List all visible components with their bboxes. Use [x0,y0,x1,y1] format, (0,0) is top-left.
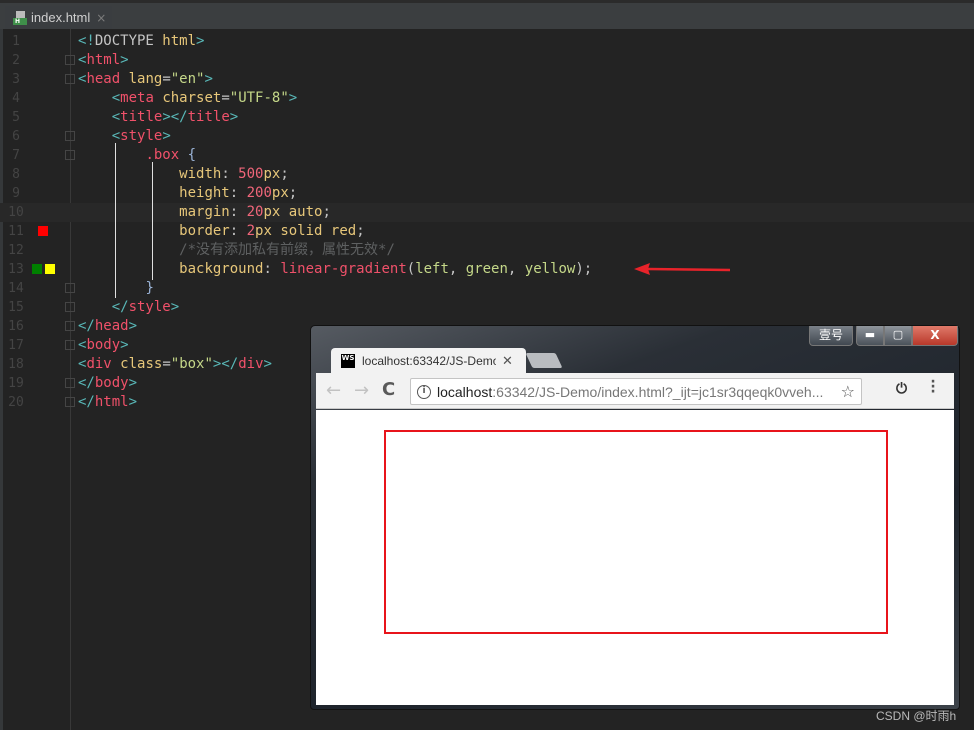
color-swatch-icon[interactable] [45,264,55,274]
close-window-button[interactable]: X [912,326,958,346]
line-number: 19 [8,376,24,391]
info-icon[interactable]: i [417,384,431,399]
ime-indicator[interactable]: 壹号 [809,326,853,346]
line-number: 12 [8,243,24,258]
fold-marker-icon[interactable] [65,131,75,141]
code-line[interactable]: 15 </style> [0,298,974,317]
line-number: 6 [12,129,20,144]
code-text: </body> [78,375,138,391]
code-text: width: 500px; [179,166,289,182]
url-host: localhost [437,383,493,400]
line-number: 8 [12,167,20,182]
code-text: <body> [78,337,129,353]
html-file-icon: H [13,10,27,25]
tab-close-icon[interactable]: × [96,11,106,25]
window-controls: 壹号 ▬ ▢ X [809,326,958,346]
close-tab-icon[interactable]: ✕ [502,354,513,369]
line-number: 4 [12,91,20,106]
line-number: 18 [8,357,24,372]
fold-marker-icon[interactable] [65,378,75,388]
minimize-button[interactable]: ▬ [856,326,884,346]
code-line[interactable]: 3 <head lang="en"> [0,70,974,89]
browser-tab-title: localhost:63342/JS-Demo/index.html [362,354,496,368]
code-text: <html> [78,52,129,68]
line-number: 16 [8,319,24,334]
fold-marker-icon[interactable] [65,283,75,293]
demo-box [384,430,888,634]
code-line[interactable]: 10 margin: 20px auto; [0,203,974,222]
page-viewport [316,410,954,705]
browser-toolbar: ← → C i localhost :63342/JS-Demo/index.h… [316,373,954,409]
line-number: 1 [12,34,20,49]
line-number: 10 [8,205,24,220]
editor-tab-bar: H index.html × [0,0,974,32]
maximize-button[interactable]: ▢ [884,326,912,346]
fold-marker-icon[interactable] [65,340,75,350]
forward-arrow-icon[interactable]: → [354,380,369,401]
code-text: border: 2px solid red; [179,223,365,239]
address-bar[interactable]: i localhost :63342/JS-Demo/index.html?_i… [410,378,862,405]
code-line[interactable]: 5 <title></title> [0,108,974,127]
code-text: <!DOCTYPE html> [78,33,205,49]
code-line[interactable]: 11 border: 2px solid red; [0,222,974,241]
code-line[interactable]: 13 background: linear-gradient(left, gre… [0,260,974,279]
code-text: <title></title> [111,109,239,125]
menu-dots-icon[interactable]: · · · [930,375,936,399]
line-number: 17 [8,338,24,353]
code-line[interactable]: 8 width: 500px; [0,165,974,184]
code-text: <div class="box"></div> [78,356,272,372]
code-line[interactable]: 2 <html> [0,51,974,70]
power-icon[interactable]: ⏻ [896,381,907,397]
code-line[interactable]: 12 /*没有添加私有前缀，属性无效*/ [0,241,974,260]
code-text: height: 200px; [179,185,298,201]
code-text: <meta charset="UTF-8"> [111,90,298,106]
tab-label: index.html [31,10,91,25]
code-text: </html> [78,394,138,410]
code-text: .box { [145,147,197,163]
fold-marker-icon[interactable] [65,302,75,312]
back-arrow-icon[interactable]: ← [326,380,341,401]
code-text: background: linear-gradient(left, green,… [179,261,593,277]
fold-marker-icon[interactable] [65,321,75,331]
bookmark-star-icon[interactable]: ☆ [841,382,855,401]
fold-marker-icon[interactable] [65,55,75,65]
code-text: /*没有添加私有前缀，属性无效*/ [179,242,395,258]
reload-icon[interactable]: C [382,379,395,400]
code-line[interactable]: 14 } [0,279,974,298]
line-number: 3 [12,72,20,87]
browser-window: 壹号 ▬ ▢ X WS localhost:63342/JS-Demo/inde… [310,325,960,710]
line-number: 13 [8,262,24,277]
code-line[interactable]: 1 <!DOCTYPE html> [0,32,974,51]
color-swatch-icon[interactable] [38,226,48,236]
code-line[interactable]: 4 <meta charset="UTF-8"> [0,89,974,108]
indent-guide [152,162,153,280]
line-number: 15 [8,300,24,315]
annotation-arrow [634,263,730,275]
code-line[interactable]: 9 height: 200px; [0,184,974,203]
indent-guide [115,143,116,298]
watermark: CSDN @时雨h [876,709,957,723]
fold-marker-icon[interactable] [65,150,75,160]
fold-marker-icon[interactable] [65,397,75,407]
fold-marker-icon[interactable] [65,74,75,84]
line-number: 2 [12,53,20,68]
code-text: </head> [78,318,138,334]
line-number: 11 [8,224,24,239]
line-number: 20 [8,395,24,410]
code-text: <head lang="en"> [78,71,213,87]
url-path: :63342/JS-Demo/index.html?_ijt=jc1sr3qqe… [492,383,824,400]
code-line[interactable]: 6 <style> [0,127,974,146]
line-number: 5 [12,110,20,125]
line-number: 7 [12,148,20,163]
new-tab-button[interactable] [525,353,563,368]
line-number: 9 [12,186,20,201]
browser-tab[interactable]: WS localhost:63342/JS-Demo/index.html ✕ [331,348,526,374]
line-number: 14 [8,281,24,296]
code-text: <style> [111,128,171,144]
webstorm-favicon-icon: WS [341,354,355,368]
code-line[interactable]: 7 .box { [0,146,974,165]
color-swatch-icon[interactable] [32,264,42,274]
code-text: </style> [111,299,180,315]
